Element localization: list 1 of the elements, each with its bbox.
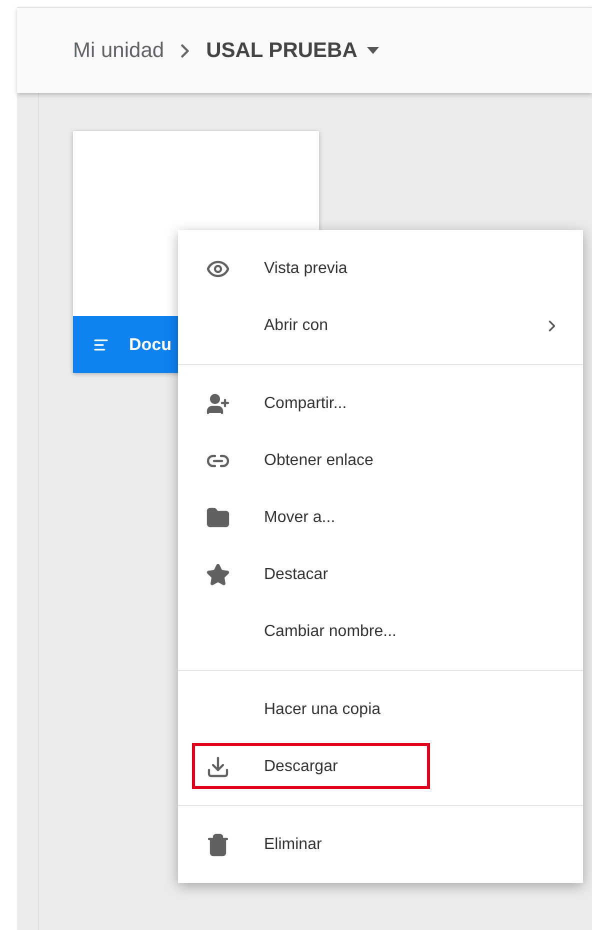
- file-name: Docu: [129, 334, 172, 354]
